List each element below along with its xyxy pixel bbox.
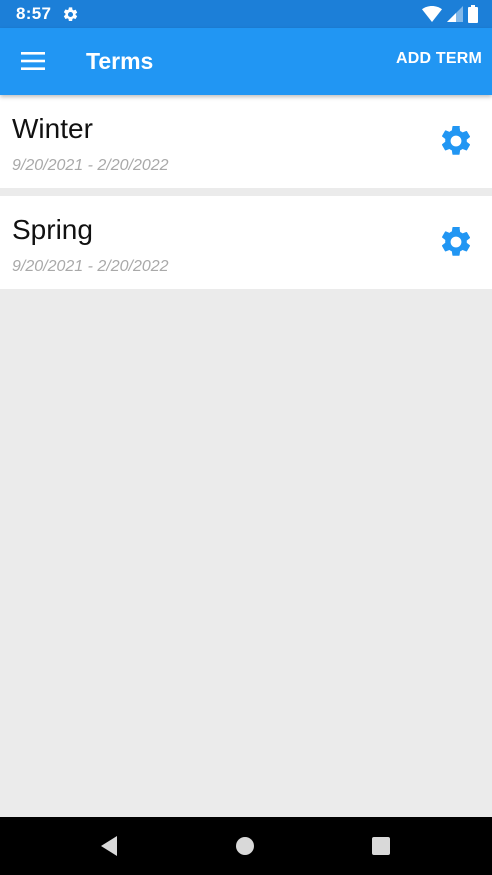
- navigation-bar: [0, 817, 492, 875]
- back-icon[interactable]: [97, 834, 121, 858]
- add-term-button[interactable]: ADD TERM: [396, 50, 482, 68]
- gear-icon[interactable]: [438, 224, 474, 260]
- term-name: Spring: [12, 214, 93, 245]
- battery-icon: [468, 5, 478, 23]
- signal-icon: [447, 6, 463, 22]
- wifi-icon: [422, 6, 442, 22]
- recents-icon[interactable]: [369, 834, 393, 858]
- term-card-winter[interactable]: Winter 9/20/2021 - 2/20/2022: [0, 95, 492, 188]
- hamburger-menu-icon: [21, 52, 45, 70]
- term-list: Winter 9/20/2021 - 2/20/2022 Spring 9/20…: [0, 95, 492, 297]
- page-title: Terms: [86, 48, 154, 74]
- status-bar: 8:57: [0, 0, 492, 28]
- app-bar: Terms ADD TERM: [0, 28, 492, 95]
- home-icon[interactable]: [233, 834, 257, 858]
- gear-icon[interactable]: [438, 123, 474, 159]
- term-dates: 9/20/2021 - 2/20/2022: [12, 258, 169, 275]
- term-name: Winter: [12, 113, 93, 144]
- menu-button[interactable]: [14, 42, 52, 80]
- term-dates: 9/20/2021 - 2/20/2022: [12, 157, 169, 174]
- status-time: 8:57: [16, 4, 52, 23]
- term-card-spring[interactable]: Spring 9/20/2021 - 2/20/2022: [0, 196, 492, 289]
- status-icons: [422, 5, 478, 23]
- settings-gear-icon: [63, 7, 78, 22]
